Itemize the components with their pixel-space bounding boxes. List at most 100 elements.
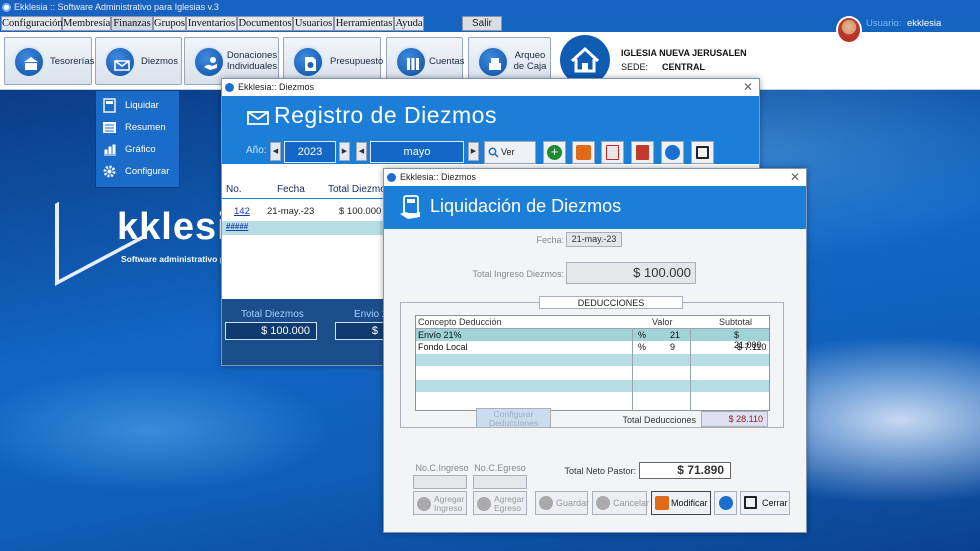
- plus-icon: [477, 497, 491, 511]
- plus-icon: +: [547, 145, 562, 160]
- registro-filter-bar: Año: ◀ 2023 ▶ ◀ mayo ▶ Ver Todo +: [222, 138, 759, 178]
- row-tipo: %: [638, 330, 647, 340]
- menu-bar: Configuración Membresía Finanzas Grupos …: [0, 15, 980, 44]
- edit-button[interactable]: [572, 141, 595, 164]
- configurar-deducciones-label: Configurar Deducciones: [488, 409, 539, 428]
- guardar-button[interactable]: Guardar: [535, 491, 590, 515]
- neto-pastor-field: $ 71.890: [639, 462, 731, 479]
- agregar-egreso-label: Agregar Egreso: [494, 494, 525, 513]
- anio-prev-button[interactable]: ◀: [270, 142, 281, 161]
- row-no-link[interactable]: 142: [234, 206, 250, 217]
- liquidacion-form: Fecha: 21-may.-23 Total Ingreso Diezmos:…: [384, 229, 806, 532]
- window-title-bar: Ekklesia:: Diezmos ✕: [222, 79, 759, 96]
- row-concepto: Fondo Local: [418, 342, 468, 352]
- liquidacion-diezmos-window: Ekklesia:: Diezmos ✕ Liquidación de Diez…: [383, 168, 807, 533]
- diezmos-label: Diezmos: [141, 55, 178, 67]
- church-name: IGLESIA NUEVA JERUSALEN: [621, 48, 747, 58]
- window-title: Ekklesia:: Diezmos: [238, 82, 315, 92]
- pdf-icon: [636, 145, 649, 160]
- guardar-label: Guardar: [556, 498, 590, 508]
- menu-grupos[interactable]: Grupos: [153, 16, 186, 31]
- ver-todo-button[interactable]: Ver Todo: [484, 141, 536, 178]
- mes-prev-button[interactable]: ◀: [356, 142, 367, 161]
- list-icon: [103, 122, 116, 133]
- grid-header-valor: Valor: [652, 317, 673, 327]
- table-row[interactable]: [416, 367, 769, 379]
- row-tipo: %: [638, 342, 647, 352]
- menu-usuarios[interactable]: Usuarios: [293, 16, 334, 31]
- cash-register-icon: [477, 46, 509, 78]
- window-app-icon: [225, 83, 234, 92]
- menu-ayuda[interactable]: Ayuda: [394, 16, 424, 31]
- table-row[interactable]: Envío 21% % 21 $ 21.000: [416, 329, 769, 350]
- nc-egreso-field[interactable]: [473, 475, 527, 489]
- menu-item-configurar[interactable]: Configurar: [96, 161, 181, 183]
- close-icon: [696, 146, 709, 159]
- table-row[interactable]: [416, 380, 769, 392]
- menu-finanzas[interactable]: Finanzas: [111, 16, 153, 31]
- row-valor: 9: [670, 342, 676, 352]
- globe-icon: [719, 496, 733, 510]
- menu-inventarios[interactable]: Inventarios: [186, 16, 237, 31]
- menu-configuracion[interactable]: Configuración: [1, 16, 63, 31]
- cancelar-label: Cancelar: [613, 498, 650, 508]
- tithe-envelope-icon: [104, 46, 136, 78]
- grid-header-subtotal: Subtotal: [719, 317, 753, 327]
- menu-item-liquidar[interactable]: Liquidar: [96, 95, 181, 117]
- close-icon: [744, 496, 757, 509]
- menu-item-label: Gráfico: [125, 144, 156, 155]
- row-no-link[interactable]: #####: [226, 222, 248, 231]
- anio-next-button[interactable]: ▶: [339, 142, 350, 161]
- modificar-button[interactable]: Modificar: [651, 491, 711, 515]
- close-icon[interactable]: ✕: [790, 169, 800, 186]
- col-header-no: No.: [226, 184, 242, 195]
- sede-label: SEDE:: [621, 62, 649, 72]
- mes-next-button[interactable]: ▶: [468, 142, 479, 161]
- nc-ingreso-field[interactable]: [413, 475, 467, 489]
- print-button[interactable]: [714, 491, 737, 515]
- edit-icon: [655, 496, 669, 510]
- menu-documentos[interactable]: Documentos: [237, 16, 293, 31]
- fecha-label: Fecha:: [536, 235, 564, 245]
- agregar-ingreso-button[interactable]: Agregar Ingreso: [413, 491, 467, 515]
- envio-value: $: [335, 322, 385, 340]
- close-window-button[interactable]: [691, 141, 714, 164]
- close-icon[interactable]: ✕: [743, 79, 753, 96]
- row-subtotal: $ 7.110: [737, 342, 767, 352]
- anio-value[interactable]: 2023: [284, 141, 336, 163]
- menu-membresia[interactable]: Membresía: [62, 16, 111, 31]
- treasury-icon: [13, 46, 45, 78]
- mes-value[interactable]: mayo: [370, 141, 464, 163]
- liquidacion-header: Liquidación de Diezmos: [384, 186, 806, 229]
- salir-button[interactable]: Salir: [462, 16, 502, 31]
- gear-icon: [103, 165, 116, 178]
- table-row[interactable]: [416, 393, 769, 405]
- anio-label: Año:: [246, 145, 267, 156]
- add-button[interactable]: +: [543, 141, 566, 164]
- configurar-deducciones-button[interactable]: Configurar Deducciones: [476, 408, 551, 428]
- menu-herramientas[interactable]: Herramientas: [334, 16, 394, 31]
- row-total: $ 100.000: [339, 206, 382, 217]
- print-button[interactable]: [631, 141, 654, 164]
- neto-pastor-label: Total Neto Pastor:: [564, 466, 636, 476]
- diezmos-button[interactable]: Diezmos: [95, 37, 182, 85]
- menu-item-resumen[interactable]: Resumen: [96, 117, 181, 139]
- cerrar-button[interactable]: Cerrar: [740, 491, 790, 515]
- calculator-icon: [103, 98, 116, 113]
- fecha-field[interactable]: 21-may.-23: [566, 232, 622, 247]
- row-concepto: Envío 21%: [418, 330, 462, 340]
- table-row[interactable]: Fondo Local % 9 $ 7.110: [416, 341, 769, 353]
- delete-button[interactable]: [601, 141, 624, 164]
- menu-item-grafico[interactable]: Gráfico: [96, 139, 181, 161]
- cancelar-button[interactable]: Cancelar: [592, 491, 650, 515]
- ekklesia-logo-subtitle: Software administrativo pa: [121, 254, 230, 264]
- grid-header-concepto: Concepto Deducción: [418, 317, 502, 327]
- table-row[interactable]: [416, 354, 769, 366]
- agregar-egreso-button[interactable]: Agregar Egreso: [473, 491, 527, 515]
- accounts-binders-icon: [395, 46, 427, 78]
- export-button[interactable]: [661, 141, 684, 164]
- search-icon: [488, 147, 499, 158]
- user-label: Usuario:: [866, 18, 902, 29]
- tesorerias-button[interactable]: Tesorerías: [4, 37, 94, 85]
- total-diezmos-value: $ 100.000: [225, 322, 317, 340]
